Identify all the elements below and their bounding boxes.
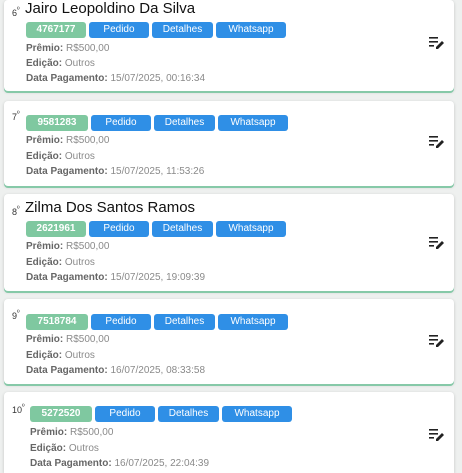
edit-note-icon[interactable] [429,236,445,250]
winner-card: 7º 9581283 Pedido Detalhes Whatsapp Prêm… [4,101,454,186]
edit-note-icon[interactable] [429,428,445,442]
detalhes-button[interactable]: Detalhes [154,314,215,330]
ticket-id-badge: 4767177 [26,22,86,38]
edit-note-icon[interactable] [429,135,445,149]
edit-note-icon[interactable] [429,36,445,50]
winner-card: 10º 5272520 Pedido Detalhes Whatsapp Prê… [4,392,454,473]
edicao-line: Edição: Outros [26,58,95,69]
whatsapp-button[interactable]: Whatsapp [222,406,292,422]
premio-line: Prêmio: R$500,00 [26,334,110,345]
pedido-button[interactable]: Pedido [89,221,149,237]
winner-name: Jairo Leopoldino Da Silva [25,0,196,17]
rank-label: 10º [12,404,25,415]
rank-label: 7º [12,111,20,122]
premio-line: Prêmio: R$500,00 [26,241,110,252]
ticket-id-badge: 7518784 [26,314,88,330]
rank-label: 8º [12,206,20,217]
pedido-button[interactable]: Pedido [95,406,155,422]
whatsapp-button[interactable]: Whatsapp [216,22,286,38]
winner-card: 6º Jairo Leopoldino Da Silva 4767177 Ped… [4,0,454,91]
detalhes-button[interactable]: Detalhes [152,221,213,237]
card-actions: 7518784 Pedido Detalhes Whatsapp [26,314,288,330]
edicao-line: Edição: Outros [26,257,95,268]
data-pagamento-line: Data Pagamento: 15/07/2025, 00:16:34 [26,73,205,84]
premio-line: Prêmio: R$500,00 [30,427,114,438]
pedido-button[interactable]: Pedido [91,115,151,131]
edicao-line: Edição: Outros [26,151,95,162]
ticket-id-badge: 9581283 [26,115,88,131]
data-pagamento-line: Data Pagamento: 15/07/2025, 11:53:26 [26,166,205,177]
data-pagamento-line: Data Pagamento: 15/07/2025, 19:09:39 [26,272,205,283]
ticket-id-badge: 2621961 [26,221,86,237]
whatsapp-button[interactable]: Whatsapp [216,221,286,237]
card-actions: 5272520 Pedido Detalhes Whatsapp [30,406,292,422]
card-actions: 4767177 Pedido Detalhes Whatsapp [26,22,286,38]
edit-note-icon[interactable] [429,334,445,348]
pedido-button[interactable]: Pedido [89,22,149,38]
detalhes-button[interactable]: Detalhes [158,406,219,422]
winner-card: 8º Zilma Dos Santos Ramos 2621961 Pedido… [4,194,454,291]
card-actions: 9581283 Pedido Detalhes Whatsapp [26,115,288,131]
data-pagamento-line: Data Pagamento: 16/07/2025, 22:04:39 [30,458,209,469]
rank-label: 9º [12,310,20,321]
detalhes-button[interactable]: Detalhes [152,22,213,38]
winner-card: 9º 7518784 Pedido Detalhes Whatsapp Prêm… [4,299,454,384]
whatsapp-button[interactable]: Whatsapp [218,115,288,131]
edicao-line: Edição: Outros [30,443,99,454]
data-pagamento-line: Data Pagamento: 16/07/2025, 08:33:58 [26,365,205,376]
premio-line: Prêmio: R$500,00 [26,43,110,54]
whatsapp-button[interactable]: Whatsapp [218,314,288,330]
rank-label: 6º [12,7,20,18]
winner-name: Zilma Dos Santos Ramos [25,199,196,216]
detalhes-button[interactable]: Detalhes [154,115,215,131]
premio-line: Prêmio: R$500,00 [26,135,110,146]
edicao-line: Edição: Outros [26,350,95,361]
card-actions: 2621961 Pedido Detalhes Whatsapp [26,221,286,237]
pedido-button[interactable]: Pedido [91,314,151,330]
ticket-id-badge: 5272520 [30,406,92,422]
